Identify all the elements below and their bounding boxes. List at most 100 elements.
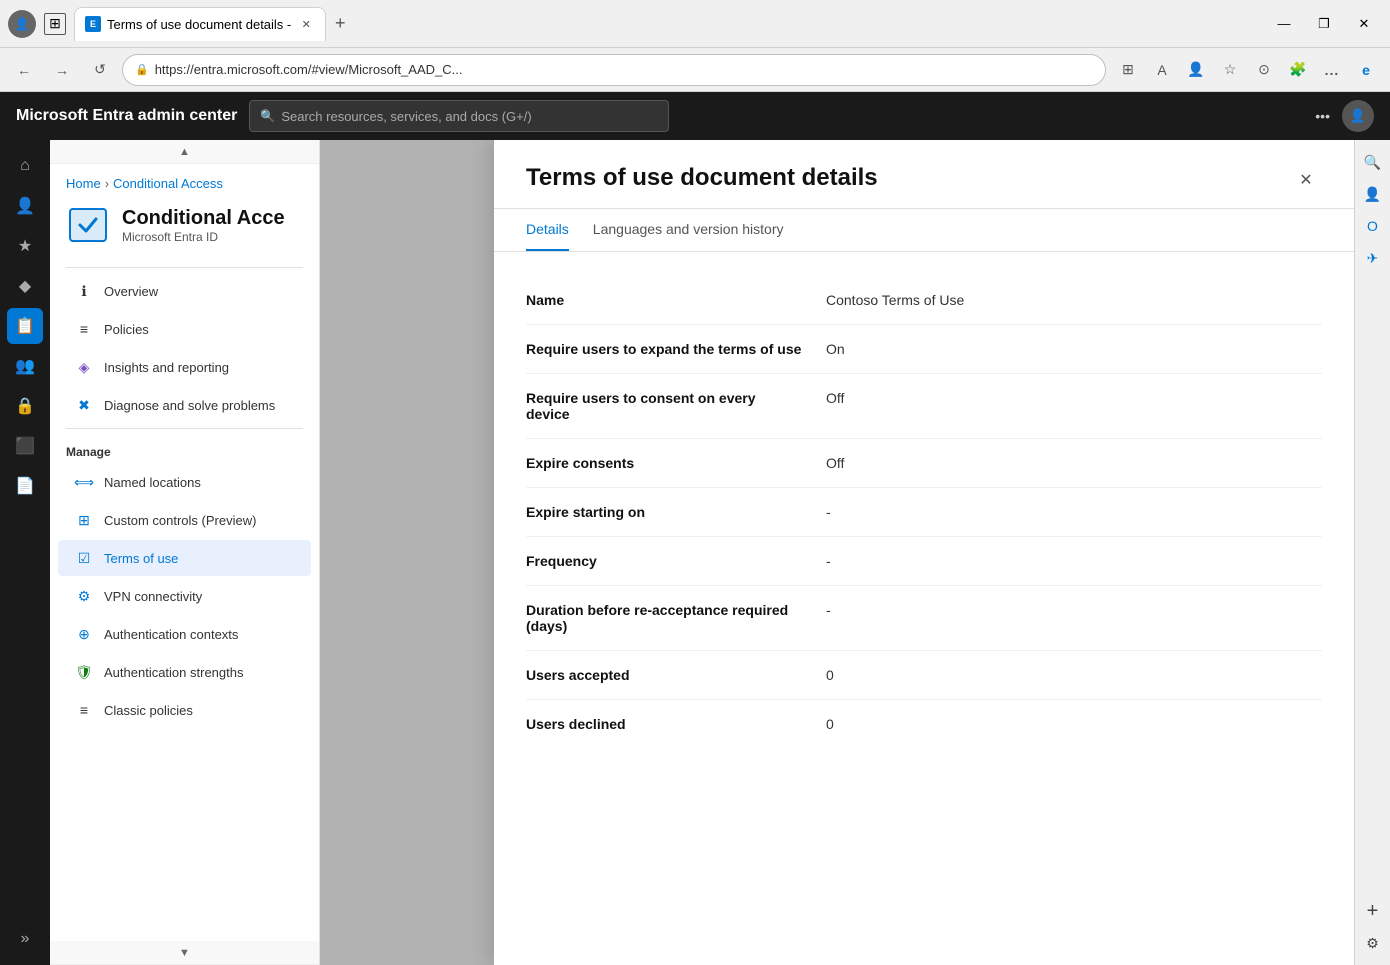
detail-label-expand: Require users to expand the terms of use bbox=[526, 341, 826, 357]
vpn-icon: ⚙ bbox=[74, 586, 94, 606]
rail-monitoring-icon[interactable]: ⬛ bbox=[7, 428, 43, 464]
policies-icon: ≡ bbox=[74, 319, 94, 339]
right-person-icon[interactable]: 👤 bbox=[1359, 180, 1387, 208]
favorites-icon[interactable]: ☆ bbox=[1214, 54, 1246, 86]
detail-value-users-declined: 0 bbox=[826, 716, 834, 732]
forward-button[interactable]: → bbox=[46, 54, 78, 86]
nav-item-insights[interactable]: ◈ Insights and reporting bbox=[58, 349, 311, 385]
navbar-icons: ⊞ A 👤 ☆ ⊙ 🧩 ... e bbox=[1112, 54, 1382, 86]
nav-item-vpn[interactable]: ⚙ VPN connectivity bbox=[58, 578, 311, 614]
detail-label-frequency: Frequency bbox=[526, 553, 826, 569]
rail-users-icon[interactable]: 👥 bbox=[7, 348, 43, 384]
nav-divider-manage bbox=[66, 428, 303, 429]
right-send-icon[interactable]: ✈ bbox=[1359, 244, 1387, 272]
classic-policies-icon: ≡ bbox=[74, 700, 94, 720]
more-button[interactable]: ... bbox=[1316, 54, 1348, 86]
rail-home-icon[interactable]: ⌂ bbox=[7, 148, 43, 184]
page-icon bbox=[66, 203, 110, 247]
detail-value-duration: - bbox=[826, 602, 831, 618]
browser-titlebar: 👤 ⊞ E Terms of use document details - ✕ … bbox=[0, 0, 1390, 48]
entra-search-bar[interactable]: 🔍 Search resources, services, and docs (… bbox=[249, 100, 669, 132]
tab-bar: E Terms of use document details - ✕ + bbox=[74, 0, 354, 47]
tab-languages[interactable]: Languages and version history bbox=[593, 209, 784, 251]
detail-label-users-accepted: Users accepted bbox=[526, 667, 826, 683]
nav-label-insights: Insights and reporting bbox=[104, 360, 229, 375]
nav-item-named-locations[interactable]: ⟺ Named locations bbox=[58, 464, 311, 500]
nav-item-custom-controls[interactable]: ⊞ Custom controls (Preview) bbox=[58, 502, 311, 538]
account-icon[interactable]: 👤 bbox=[1180, 54, 1212, 86]
breadcrumb-home[interactable]: Home bbox=[66, 176, 101, 191]
back-button[interactable]: ← bbox=[8, 54, 40, 86]
right-add-button[interactable]: + bbox=[1359, 897, 1387, 925]
panel-header: Terms of use document details ✕ bbox=[494, 140, 1354, 209]
minimize-button[interactable]: — bbox=[1266, 10, 1302, 38]
nav-label-custom-controls: Custom controls (Preview) bbox=[104, 513, 256, 528]
nav-item-auth-strengths[interactable]: 🛡 Authentication strengths bbox=[58, 654, 311, 690]
browser-frame: 👤 ⊞ E Terms of use document details - ✕ … bbox=[0, 0, 1390, 965]
nav-label-classic-policies: Classic policies bbox=[104, 703, 193, 718]
rail-favorites-icon[interactable]: ★ bbox=[7, 228, 43, 264]
grid-icon[interactable]: ⊞ bbox=[1112, 54, 1144, 86]
right-outlook-icon[interactable]: O bbox=[1359, 212, 1387, 240]
rail-security-icon[interactable]: 🔒 bbox=[7, 388, 43, 424]
nav-item-auth-contexts[interactable]: ⊕ Authentication contexts bbox=[58, 616, 311, 652]
nav-item-diagnose[interactable]: ✖ Diagnose and solve problems bbox=[58, 387, 311, 423]
overview-icon: ℹ bbox=[74, 281, 94, 301]
detail-value-frequency: - bbox=[826, 553, 831, 569]
detail-label-duration: Duration before re-acceptance required (… bbox=[526, 602, 826, 634]
detail-panel: Terms of use document details ✕ Details … bbox=[494, 140, 1354, 965]
page-subtitle: Microsoft Entra ID bbox=[122, 230, 285, 244]
panel-title: Terms of use document details bbox=[526, 164, 878, 208]
more-dots-icon: ••• bbox=[1315, 108, 1330, 124]
entra-topbar: Microsoft Entra admin center 🔍 Search re… bbox=[0, 92, 1390, 140]
font-icon[interactable]: A bbox=[1146, 54, 1178, 86]
detail-label-consent-device: Require users to consent on every device bbox=[526, 390, 826, 422]
detail-row-expire-starting: Expire starting on - bbox=[526, 488, 1322, 537]
tab-close-button[interactable]: ✕ bbox=[297, 15, 315, 33]
auth-strengths-icon: 🛡 bbox=[74, 662, 94, 682]
tab-details[interactable]: Details bbox=[526, 209, 569, 251]
rail-protection-icon[interactable]: ◆ bbox=[7, 268, 43, 304]
detail-row-expire-consents: Expire consents Off bbox=[526, 439, 1322, 488]
right-rail: 🔍 👤 O ✈ + ⚙ bbox=[1354, 140, 1390, 965]
diagnose-icon: ✖ bbox=[74, 395, 94, 415]
scroll-down-button[interactable]: ▼ bbox=[50, 941, 319, 965]
active-tab[interactable]: E Terms of use document details - ✕ bbox=[74, 7, 326, 41]
refresh-button[interactable]: ↺ bbox=[84, 54, 116, 86]
nav-item-policies[interactable]: ≡ Policies bbox=[58, 311, 311, 347]
detail-label-users-declined: Users declined bbox=[526, 716, 826, 732]
rail-reports-icon[interactable]: 📄 bbox=[7, 468, 43, 504]
detail-value-expire-starting: - bbox=[826, 504, 831, 520]
entra-user-avatar[interactable]: 👤 bbox=[1342, 100, 1374, 132]
rail-expand-icon[interactable]: » bbox=[7, 921, 43, 957]
right-search-icon[interactable]: 🔍 bbox=[1359, 148, 1387, 176]
extensions-icon[interactable]: 🧩 bbox=[1282, 54, 1314, 86]
nav-item-terms-of-use[interactable]: ☑ Terms of use bbox=[58, 540, 311, 576]
rail-identity-icon[interactable]: 👤 bbox=[7, 188, 43, 224]
nav-item-overview[interactable]: ℹ Overview bbox=[58, 273, 311, 309]
detail-value-consent-device: Off bbox=[826, 390, 844, 406]
edge-icon: e bbox=[1350, 54, 1382, 86]
collections-icon[interactable]: ⊙ bbox=[1248, 54, 1280, 86]
nav-label-auth-contexts: Authentication contexts bbox=[104, 627, 238, 642]
breadcrumb-conditional-access[interactable]: Conditional Access bbox=[113, 176, 223, 191]
scroll-up-button[interactable]: ▲ bbox=[50, 140, 319, 164]
detail-value-name: Contoso Terms of Use bbox=[826, 292, 964, 308]
user-avatar: 👤 bbox=[8, 10, 36, 38]
detail-row-consent-device: Require users to consent on every device… bbox=[526, 374, 1322, 439]
close-button[interactable]: ✕ bbox=[1346, 10, 1382, 38]
nav-item-classic-policies[interactable]: ≡ Classic policies bbox=[58, 692, 311, 728]
maximize-button[interactable]: ❐ bbox=[1306, 10, 1342, 38]
search-icon: 🔍 bbox=[260, 109, 275, 123]
auth-contexts-icon: ⊕ bbox=[74, 624, 94, 644]
tab-favicon: E bbox=[85, 16, 101, 32]
entra-more[interactable]: ••• bbox=[1315, 108, 1330, 124]
rail-conditional-access-icon[interactable]: 📋 bbox=[7, 308, 43, 344]
panel-tabs: Details Languages and version history bbox=[494, 209, 1354, 252]
nav-label-overview: Overview bbox=[104, 284, 158, 299]
address-bar[interactable]: 🔒 https://entra.microsoft.com/#view/Micr… bbox=[122, 54, 1106, 86]
right-gear-icon[interactable]: ⚙ bbox=[1359, 929, 1387, 957]
new-tab-button[interactable]: + bbox=[326, 10, 354, 38]
panel-close-button[interactable]: ✕ bbox=[1290, 164, 1322, 196]
search-placeholder: Search resources, services, and docs (G+… bbox=[281, 109, 531, 124]
